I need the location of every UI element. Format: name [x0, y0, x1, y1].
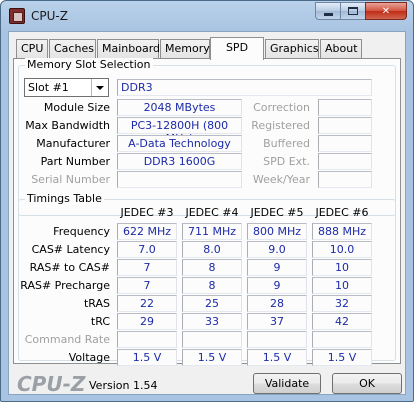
timing-cell: 711 MHz — [182, 223, 242, 240]
cpuz-logo: CPU-Z — [17, 372, 86, 396]
validate-button[interactable]: Validate — [253, 373, 321, 394]
tab-spd[interactable]: SPD — [210, 37, 264, 60]
spd-panel: Memory Slot Selection Slot #1 DDR3 Modul… — [13, 58, 401, 366]
timing-cell: 7 — [117, 277, 177, 294]
max-bandwidth-field: PC3-12800H (800 MHz) — [117, 117, 242, 145]
timings-group-title: Timings Table — [25, 192, 104, 205]
slot-select-dropdown[interactable] — [91, 79, 108, 96]
close-icon: ✕ — [381, 5, 391, 17]
minimize-icon — [323, 12, 333, 16]
registered-label: Registered — [251, 119, 310, 132]
week-year-label: Week/Year — [252, 173, 310, 186]
timing-cell: 42 — [312, 313, 372, 330]
timing-cell: 37 — [247, 313, 307, 330]
timing-cell: 800 MHz — [247, 223, 307, 240]
maximize-icon — [348, 7, 358, 15]
trc-label: tRC — [90, 315, 110, 328]
spd-ext-field — [318, 153, 372, 170]
version-label: Version 1.54 — [89, 379, 158, 392]
spd-ext-label: SPD Ext. — [263, 155, 310, 168]
minimize-button[interactable] — [315, 2, 341, 20]
cas-latency-label: CAS# Latency — [31, 243, 110, 256]
part-number-label: Part Number — [40, 155, 110, 168]
timing-cell: 888 MHz — [312, 223, 372, 240]
caption-buttons: ✕ — [315, 2, 407, 20]
serial-number-label: Serial Number — [31, 173, 110, 186]
voltage-label: Voltage — [68, 351, 110, 364]
serial-number-field — [117, 171, 242, 188]
timings-column-header: JEDEC #3 — [120, 206, 174, 219]
timing-cell: 1.5 V — [312, 349, 372, 366]
part-number-field: DDR3 1600G — [117, 153, 242, 170]
timing-cell: 7 — [117, 259, 177, 276]
timing-cell: 10.0 — [312, 241, 372, 258]
registered-field — [318, 117, 372, 134]
correction-label: Correction — [253, 101, 310, 114]
memory-type-field: DDR3 — [117, 79, 372, 96]
timing-cell: 29 — [117, 313, 177, 330]
timing-cell: 22 — [117, 295, 177, 312]
timing-cell: 32 — [312, 295, 372, 312]
close-button[interactable]: ✕ — [365, 2, 407, 20]
maximize-button[interactable] — [340, 2, 366, 20]
tab-caches[interactable]: Caches — [49, 39, 96, 59]
timing-cell: 8 — [182, 259, 242, 276]
module-size-field: 2048 MBytes — [117, 99, 242, 116]
timing-cell: 1.5 V — [247, 349, 307, 366]
timing-cell: 1.5 V — [182, 349, 242, 366]
tab-about[interactable]: About — [320, 39, 362, 59]
timing-cell: 9.0 — [247, 241, 307, 258]
slot-select-value: Slot #1 — [28, 81, 69, 94]
tab-graphics[interactable]: Graphics — [265, 39, 319, 59]
ras-precharge-label: RAS# Precharge — [20, 279, 110, 292]
timing-cell — [117, 331, 177, 348]
timing-cell: 33 — [182, 313, 242, 330]
timing-cell: 25 — [182, 295, 242, 312]
frequency-label: Frequency — [53, 225, 110, 238]
client-area: CPU Caches Mainboard Memory SPD Graphics… — [8, 31, 406, 396]
tab-memory[interactable]: Memory — [160, 39, 210, 59]
buffered-field — [318, 135, 372, 152]
cpuz-window: CPU-Z ✕ CPU Caches Mainboard Memory SPD … — [0, 0, 414, 402]
timings-column-header: JEDEC #6 — [315, 206, 369, 219]
command-rate-label: Command Rate — [24, 333, 110, 346]
timings-column-header: JEDEC #5 — [250, 206, 304, 219]
timing-cell — [247, 331, 307, 348]
tab-cpu[interactable]: CPU — [16, 39, 48, 59]
timing-cell: 9 — [247, 259, 307, 276]
title-bar[interactable]: CPU-Z ✕ — [1, 1, 413, 31]
tab-mainboard[interactable]: Mainboard — [97, 39, 160, 59]
timing-cell: 8.0 — [182, 241, 242, 258]
timings-column-header: JEDEC #4 — [185, 206, 239, 219]
memory-slot-group-title: Memory Slot Selection — [25, 58, 153, 71]
timing-cell: 9 — [247, 277, 307, 294]
tras-label: tRAS — [83, 297, 110, 310]
cpuz-app-icon — [9, 8, 25, 24]
timing-cell — [312, 331, 372, 348]
timing-cell: 28 — [247, 295, 307, 312]
module-size-label: Module Size — [43, 101, 110, 114]
buffered-label: Buffered — [263, 137, 310, 150]
correction-field — [318, 99, 372, 116]
window-title: CPU-Z — [31, 9, 68, 23]
week-year-field — [318, 171, 372, 188]
timing-cell: 8 — [182, 277, 242, 294]
chevron-down-icon — [96, 85, 104, 90]
manufacturer-field: A-Data Technology — [117, 135, 242, 152]
timing-cell: 10 — [312, 277, 372, 294]
timing-cell: 1.5 V — [117, 349, 177, 366]
timing-cell: 7.0 — [117, 241, 177, 258]
manufacturer-label: Manufacturer — [36, 137, 110, 150]
ok-button[interactable]: OK — [332, 373, 402, 394]
timing-cell: 10 — [312, 259, 372, 276]
slot-select[interactable]: Slot #1 — [24, 78, 109, 97]
max-bandwidth-label: Max Bandwidth — [25, 119, 110, 132]
timing-cell: 622 MHz — [117, 223, 177, 240]
timing-cell — [182, 331, 242, 348]
ras-to-cas-label: RAS# to CAS# — [29, 261, 110, 274]
